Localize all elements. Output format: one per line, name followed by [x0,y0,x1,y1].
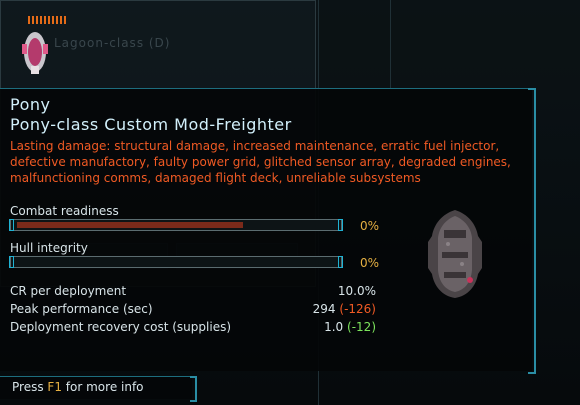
help-hint-bracket [190,376,197,402]
hull-integrity-label: Hull integrity [10,241,88,255]
ship-icon[interactable] [18,26,52,78]
combat-readiness-fill [17,222,243,228]
stat-value: 294 (-126) [312,302,376,316]
cr-indicator [28,16,66,24]
lasting-damage-text: Lasting damage: structural damage, incre… [10,139,511,185]
help-hint: Press F1 for more info [12,380,144,394]
stat-label: Peak performance (sec) [10,302,153,316]
tooltip-bracket [528,88,536,374]
divider [390,0,391,88]
stat-label: Deployment recovery cost (supplies) [10,320,232,334]
ship-name: Pony [10,95,51,114]
combat-readiness-value: 0% [360,219,380,233]
hull-integrity-value: 0% [360,256,380,270]
map-panel [318,0,580,100]
stat-label: CR per deployment [10,284,127,298]
hull-integrity-bar [9,256,343,268]
stat-value: 10.0% [337,284,376,298]
combat-readiness-label: Combat readiness [10,204,119,218]
stat-value: 1.0 (-12) [324,320,376,334]
faint-ship-label: Lagoon-class (D) [54,36,171,50]
help-key: F1 [47,380,62,394]
ship-class: Pony-class Custom Mod-Freighter [10,115,292,134]
ship-sprite [428,210,482,298]
combat-readiness-bar [9,219,343,231]
